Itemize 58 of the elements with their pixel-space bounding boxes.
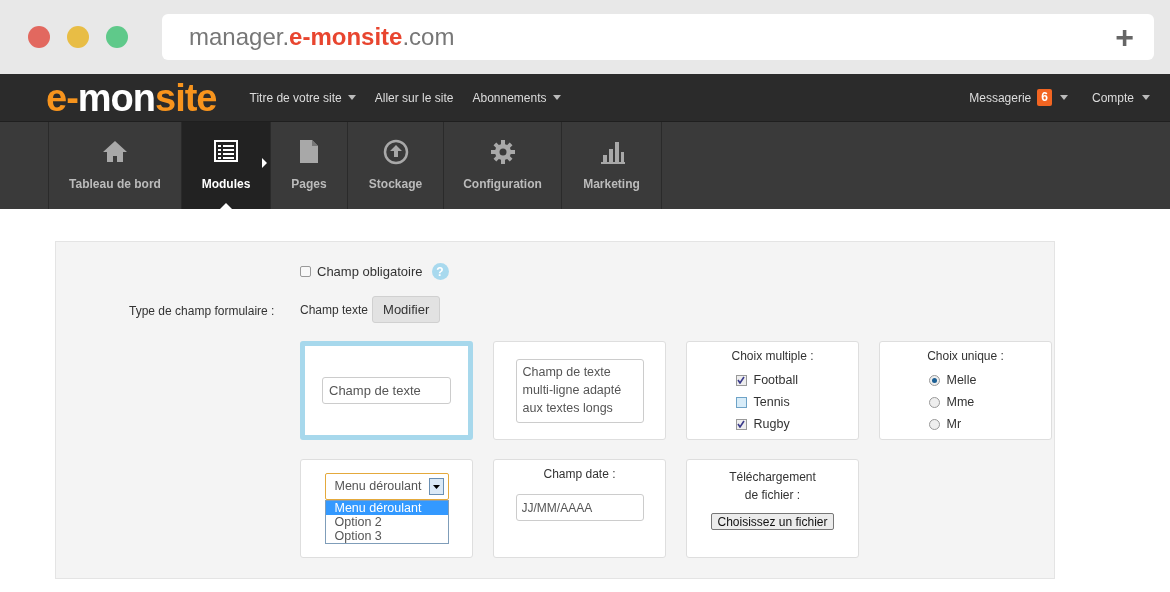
maximize-dot-icon[interactable] [106, 26, 128, 48]
field-card[interactable]: Téléchargement de fichier : Choisissez un fichier [686, 459, 859, 558]
url-text: manager.e-monsite.com [189, 22, 455, 52]
field-card[interactable]: Champ de texte [300, 341, 473, 440]
close-dot-icon[interactable] [28, 26, 50, 48]
address-bar[interactable]: manager.e-monsite.com + [162, 14, 1154, 60]
field-card[interactable]: Menu déroulant Menu déroulant Option 2 Option 3 [300, 459, 473, 558]
option-label: Melle [946, 372, 977, 389]
count-badge: 6 [1037, 89, 1052, 106]
upload-icon [382, 138, 409, 165]
caret-icon [347, 95, 356, 100]
menu-link[interactable]: Compte [1091, 88, 1150, 107]
card-title: Champ date : [543, 466, 616, 483]
checkbox[interactable] [735, 374, 747, 386]
textarea-field[interactable]: Champ de texte multi-ligne adapté aux textes longs [515, 358, 644, 423]
logo[interactable]: e-monsite [46, 78, 217, 117]
pointer-icon [220, 203, 232, 209]
radio-button[interactable] [928, 396, 940, 408]
card-title: Choix unique : [927, 348, 1004, 365]
text-field[interactable]: Champ de texte [322, 377, 451, 404]
field-type-text: Champ texte [300, 301, 369, 319]
field-label: Type de champ formulaire : [129, 303, 275, 320]
option-label: Football [753, 372, 798, 389]
new-tab-button[interactable]: + [1115, 21, 1134, 53]
option-label: Mr [946, 416, 962, 433]
radio-button[interactable] [928, 418, 940, 430]
menu-link[interactable]: Titre de votre site [249, 88, 356, 107]
field-card[interactable]: Champ date : JJ/MM/AAAA [493, 459, 666, 558]
card-title: Choix multiple : [731, 348, 814, 365]
radio-button[interactable] [928, 374, 940, 386]
caret-icon [552, 95, 561, 100]
caret-icon [1059, 95, 1068, 100]
module-tab[interactable]: Modules [182, 122, 271, 209]
settings-icon [489, 138, 516, 165]
dropdown-option[interactable]: Option 3 [325, 529, 448, 543]
option-label: Rugby [753, 416, 790, 433]
card-title: Téléchargement de fichier : [728, 469, 817, 504]
date-field[interactable]: JJ/MM/AAAA [515, 494, 644, 521]
menu-link[interactable]: Abonnements [472, 88, 561, 107]
caret-icon [1142, 95, 1150, 100]
list-icon [213, 138, 239, 165]
field-card[interactable]: Choix multiple : Football Tennis Rugby [686, 341, 859, 440]
modify-button[interactable]: Modifier [372, 296, 441, 323]
minimize-dot-icon[interactable] [67, 26, 89, 48]
checkbox[interactable] [300, 266, 311, 278]
option-label: Tennis [753, 394, 790, 411]
checkbox[interactable] [735, 418, 747, 430]
dropdown-option[interactable]: Option 2 [325, 515, 448, 529]
house-icon [102, 138, 128, 165]
menu-link[interactable]: Messagerie 6 [969, 88, 1068, 107]
file-chooser-button[interactable]: Choisissez un fichier [711, 513, 834, 530]
dropdown-field[interactable]: Menu déroulant [324, 473, 449, 500]
field-card[interactable]: Choix unique : Melle Mme Mr [879, 341, 1052, 440]
option-label: Mme [946, 394, 975, 411]
menu-link[interactable]: Aller sur le site [374, 88, 454, 107]
checkbox-label: Champ obligatoire [317, 263, 423, 281]
field-card[interactable]: Champ de texte multi-ligne adapté aux textes longs [493, 341, 666, 440]
checkbox[interactable] [735, 396, 747, 408]
